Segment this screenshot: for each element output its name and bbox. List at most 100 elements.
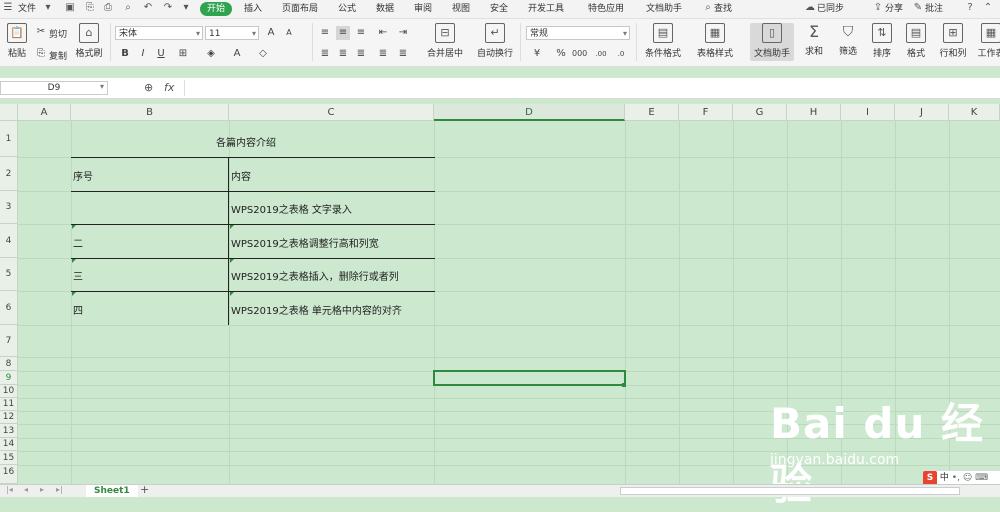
export-icon[interactable]: ⎘ bbox=[84, 2, 96, 14]
row-header-13[interactable]: 13 bbox=[0, 424, 18, 438]
row-header-5[interactable]: 5 bbox=[0, 258, 18, 291]
align-right-icon[interactable]: ≣ bbox=[354, 47, 368, 61]
row-col-button[interactable]: ⊞ 行和列 bbox=[934, 23, 972, 59]
column-header-c[interactable]: C bbox=[229, 104, 434, 121]
format-button[interactable]: ▤ 格式 bbox=[900, 23, 932, 59]
spreadsheet-grid[interactable]: A B C D E F G H I J K 1 2 3 4 5 6 7 8 9 … bbox=[0, 104, 1000, 509]
column-header-i[interactable]: I bbox=[841, 104, 895, 121]
column-header-b[interactable]: B bbox=[71, 104, 229, 121]
row-header-7[interactable]: 7 bbox=[0, 325, 18, 357]
tab-page-layout[interactable]: 页面布局 bbox=[282, 2, 318, 16]
align-bottom-icon[interactable]: ≡ bbox=[354, 26, 368, 40]
column-header-d[interactable]: D bbox=[434, 104, 625, 121]
cell-c2[interactable]: 内容 bbox=[231, 168, 251, 183]
merge-center-button[interactable]: ⊟ 合并居中 bbox=[422, 23, 468, 59]
cell-c4[interactable]: WPS2019之表格调整行高和列宽 bbox=[231, 235, 379, 250]
cell-c6[interactable]: WPS2019之表格 单元格中内容的对齐 bbox=[231, 302, 402, 317]
collapse-ribbon-icon[interactable]: ⌃ bbox=[982, 2, 994, 14]
underline-icon[interactable]: U bbox=[154, 47, 168, 61]
align-left-icon[interactable]: ≣ bbox=[318, 47, 332, 61]
number-format-select[interactable]: 常规 ▾ bbox=[526, 26, 630, 40]
comment-icon[interactable]: ✎ bbox=[912, 2, 924, 14]
border-icon[interactable]: ⊞ bbox=[176, 47, 190, 61]
cell-c5[interactable]: WPS2019之表格插入，删除行或者列 bbox=[231, 268, 399, 283]
column-header-e[interactable]: E bbox=[625, 104, 679, 121]
row-header-3[interactable]: 3 bbox=[0, 191, 18, 224]
cell-b1-title[interactable]: 各篇内容介绍 bbox=[216, 134, 276, 149]
fill-color-icon[interactable]: ◈ bbox=[204, 47, 218, 61]
hamburger-icon[interactable]: ☰ bbox=[2, 2, 14, 14]
row-header-8[interactable]: 8 bbox=[0, 357, 18, 371]
worksheet-button[interactable]: ▦ 工作表 bbox=[974, 23, 1000, 59]
print-icon[interactable]: ⎙ bbox=[102, 2, 114, 14]
share-button[interactable]: 分享 bbox=[885, 2, 903, 16]
row-header-1[interactable]: 1 bbox=[0, 121, 18, 157]
column-header-f[interactable]: F bbox=[679, 104, 733, 121]
menu-file[interactable]: 文件 bbox=[18, 2, 36, 16]
tab-features[interactable]: 特色应用 bbox=[588, 2, 624, 16]
indent-increase-icon[interactable]: ⇥ bbox=[396, 26, 410, 40]
function-icon[interactable]: fx bbox=[164, 81, 174, 94]
redo-icon[interactable]: ↷ bbox=[162, 2, 174, 14]
sync-status[interactable]: 已同步 bbox=[817, 2, 844, 16]
filter-button[interactable]: ⛉ 筛选 bbox=[832, 23, 864, 57]
save-icon[interactable]: ▣ bbox=[64, 2, 76, 14]
last-sheet-icon[interactable]: ▸| bbox=[56, 485, 63, 494]
scissors-icon[interactable]: ✂ bbox=[34, 25, 48, 39]
decrease-font-icon[interactable]: A bbox=[282, 26, 296, 40]
percent-icon[interactable]: % bbox=[554, 47, 568, 61]
format-painter-button[interactable]: ⌂ 格式刷 bbox=[72, 23, 106, 59]
zoom-icon[interactable]: ⊕ bbox=[144, 81, 153, 94]
row-header-10[interactable]: 10 bbox=[0, 385, 18, 398]
tab-view[interactable]: 视图 bbox=[452, 2, 470, 16]
help-icon[interactable]: ? bbox=[964, 2, 976, 14]
justify-icon[interactable]: ≣ bbox=[376, 47, 390, 61]
currency-icon[interactable]: ¥ bbox=[530, 47, 544, 61]
italic-icon[interactable]: I bbox=[136, 47, 150, 61]
tab-formula[interactable]: 公式 bbox=[338, 2, 356, 16]
copy-button[interactable]: 复制 bbox=[49, 49, 67, 62]
tab-doc-assistant[interactable]: 文档助手 bbox=[646, 2, 682, 16]
search-command[interactable]: 查找 bbox=[714, 2, 732, 16]
row-header-12[interactable]: 12 bbox=[0, 411, 18, 424]
column-header-k[interactable]: K bbox=[949, 104, 1000, 121]
bold-icon[interactable]: B bbox=[118, 47, 132, 61]
clear-format-icon[interactable]: ◇ bbox=[256, 47, 270, 61]
tab-developer[interactable]: 开发工具 bbox=[528, 2, 564, 16]
copy-icon[interactable]: ⎘ bbox=[34, 47, 48, 61]
selected-cell-d9[interactable] bbox=[433, 370, 626, 386]
sum-button[interactable]: Σ 求和 bbox=[798, 23, 830, 58]
column-header-a[interactable]: A bbox=[18, 104, 71, 121]
select-all-corner[interactable] bbox=[0, 104, 18, 121]
horizontal-scrollbar[interactable] bbox=[620, 487, 960, 495]
formula-input[interactable] bbox=[184, 80, 1000, 96]
add-sheet-icon[interactable]: + bbox=[140, 483, 149, 496]
fill-handle[interactable] bbox=[622, 383, 626, 387]
wrap-text-button[interactable]: ↵ 自动换行 bbox=[474, 23, 516, 59]
cell-b4[interactable]: 二 bbox=[73, 235, 83, 250]
first-sheet-icon[interactable]: |◂ bbox=[6, 485, 13, 494]
share-icon[interactable]: ⇪ bbox=[872, 2, 884, 14]
font-color-icon[interactable]: A bbox=[230, 47, 244, 61]
row-header-11[interactable]: 11 bbox=[0, 398, 18, 411]
sort-button[interactable]: ⇅ 排序 bbox=[866, 23, 898, 59]
cell-b6[interactable]: 四 bbox=[73, 302, 83, 317]
tab-review[interactable]: 审阅 bbox=[414, 2, 432, 16]
preview-icon[interactable]: ⌕ bbox=[122, 2, 134, 14]
cloud-sync-icon[interactable]: ☁ bbox=[804, 2, 816, 14]
tab-insert[interactable]: 插入 bbox=[244, 2, 262, 16]
prev-sheet-icon[interactable]: ◂ bbox=[24, 485, 28, 494]
thousands-icon[interactable]: 000 bbox=[572, 47, 587, 61]
conditional-format-button[interactable]: ▤ 条件格式 bbox=[640, 23, 686, 59]
tab-security[interactable]: 安全 bbox=[490, 2, 508, 16]
cut-button[interactable]: 剪切 bbox=[49, 27, 67, 40]
row-header-9[interactable]: 9 bbox=[0, 371, 18, 385]
font-size-select[interactable]: 11 ▾ bbox=[205, 26, 259, 40]
row-header-2[interactable]: 2 bbox=[0, 157, 18, 191]
tab-data[interactable]: 数据 bbox=[376, 2, 394, 16]
more-icon[interactable]: ▾ bbox=[180, 2, 192, 14]
undo-icon[interactable]: ↶ bbox=[142, 2, 154, 14]
search-icon[interactable]: ⌕ bbox=[702, 2, 714, 14]
column-header-g[interactable]: G bbox=[733, 104, 787, 121]
row-header-15[interactable]: 15 bbox=[0, 451, 18, 465]
